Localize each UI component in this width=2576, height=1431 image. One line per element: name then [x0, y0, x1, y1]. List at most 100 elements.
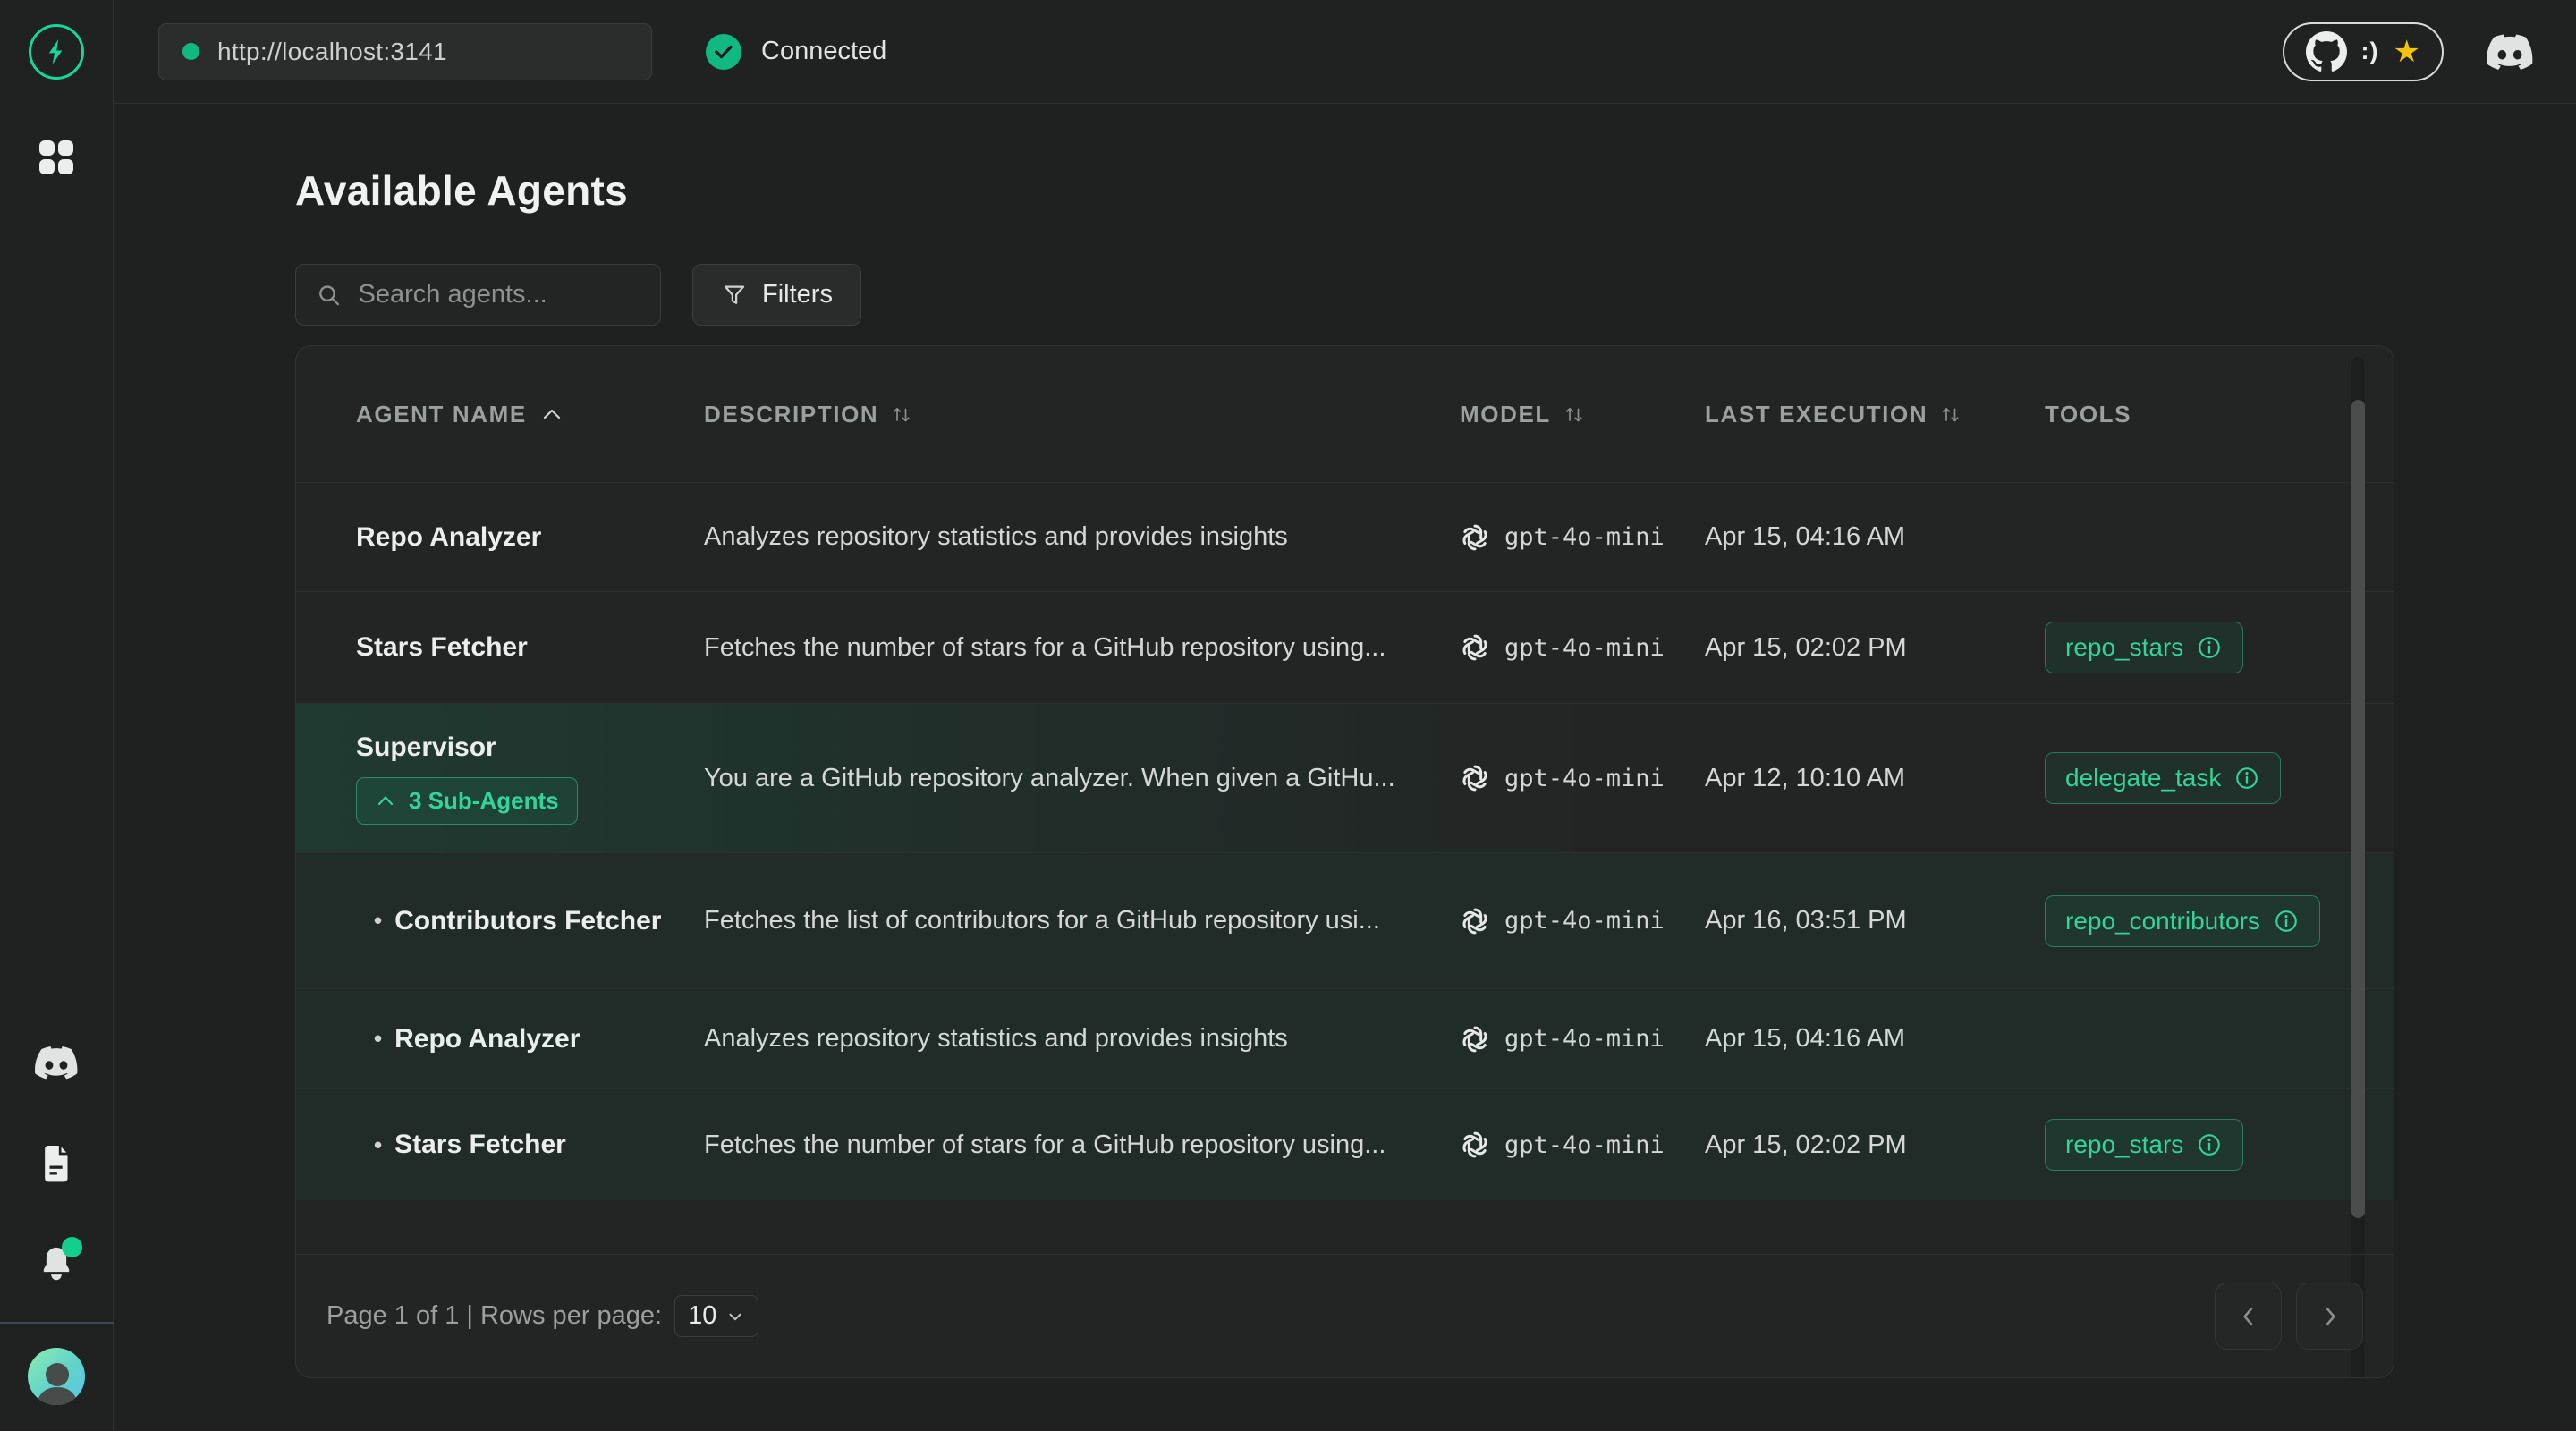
- github-star-button[interactable]: :) ★: [2283, 22, 2444, 81]
- table-row[interactable]: •Stars FetcherFetches the number of star…: [296, 1088, 2394, 1200]
- app-logo[interactable]: [29, 24, 84, 80]
- column-header-last-execution[interactable]: LAST EXECUTION: [1705, 401, 2045, 428]
- sort-updown-icon: [1940, 402, 1962, 427]
- tool-name: repo_contributors: [2065, 907, 2260, 936]
- discord-icon: [35, 1046, 78, 1080]
- agent-name: Supervisor: [356, 732, 496, 763]
- document-icon: [38, 1144, 74, 1183]
- table-row[interactable]: Supervisor 3 Sub-Agents You are a GitHub r…: [296, 703, 2394, 852]
- model-cell: gpt-4o-mini: [1460, 632, 1705, 663]
- sidebar: [0, 0, 114, 1431]
- tools-cell: delegate_task: [2045, 752, 2394, 804]
- rows-per-page-select[interactable]: 10: [674, 1295, 758, 1337]
- search-box[interactable]: [295, 264, 661, 326]
- search-input[interactable]: [359, 280, 640, 309]
- model-name: gpt-4o-mini: [1504, 765, 1665, 792]
- github-smiley-label: :): [2361, 38, 2379, 65]
- agent-name-cell: Stars Fetcher: [356, 632, 704, 663]
- column-header-description[interactable]: DESCRIPTION: [704, 401, 1460, 428]
- server-url: http://localhost:3141: [217, 38, 447, 66]
- sort-updown-icon: [891, 402, 912, 427]
- column-header-tools: TOOLS: [2045, 401, 2394, 428]
- discord-link-icon[interactable]: [2487, 34, 2533, 70]
- last-execution-cell: Apr 16, 03:51 PM: [1705, 906, 2045, 936]
- model-cell: gpt-4o-mini: [1460, 763, 1705, 793]
- table-row[interactable]: Repo Analyzer Analyzes repository statist…: [296, 482, 2394, 591]
- agent-name-cell: •Contributors Fetcher: [356, 906, 704, 936]
- rows-per-page-value: 10: [688, 1301, 716, 1331]
- model-name: gpt-4o-mini: [1504, 1131, 1665, 1159]
- agent-name-cell: Supervisor 3 Sub-Agents: [356, 732, 704, 825]
- tool-name: delegate_task: [2065, 764, 2221, 792]
- model-name: gpt-4o-mini: [1504, 634, 1665, 662]
- model-cell: gpt-4o-mini: [1460, 1024, 1705, 1054]
- connection-dot-icon: [182, 43, 199, 60]
- tools-cell: repo_stars: [2045, 622, 2394, 673]
- sidebar-item-docs[interactable]: [38, 1144, 74, 1183]
- tool-name: repo_stars: [2065, 1130, 2183, 1159]
- scrollbar-thumb[interactable]: [2351, 400, 2365, 1218]
- table-row[interactable]: •Contributors FetcherFetches the list of…: [296, 852, 2394, 988]
- sidebar-item-discord[interactable]: [35, 1046, 78, 1080]
- agent-name: •Stars Fetcher: [356, 1130, 566, 1160]
- last-execution-cell: Apr 15, 02:02 PM: [1705, 633, 2045, 663]
- model-cell: gpt-4o-mini: [1460, 906, 1705, 936]
- next-page-button[interactable]: [2296, 1283, 2363, 1350]
- model-cell: gpt-4o-mini: [1460, 522, 1705, 553]
- sub-bullet-icon: •: [374, 1131, 382, 1159]
- sub-bullet-icon: •: [374, 1025, 382, 1053]
- page-title: Available Agents: [295, 166, 628, 215]
- openai-icon: [1460, 763, 1490, 793]
- info-icon: [2196, 634, 2223, 661]
- tool-badge[interactable]: repo_contributors: [2045, 895, 2320, 947]
- main-content: Available Agents Filters AGENT NAMEDESCR…: [114, 104, 2576, 1431]
- tool-badge[interactable]: repo_stars: [2045, 1119, 2243, 1171]
- agent-name: Stars Fetcher: [356, 632, 528, 663]
- filters-button[interactable]: Filters: [692, 264, 861, 326]
- table-row[interactable]: Stars FetcherFetches the number of stars…: [296, 591, 2394, 703]
- model-name: gpt-4o-mini: [1504, 523, 1665, 551]
- last-execution-cell: Apr 15, 02:02 PM: [1705, 1130, 2045, 1160]
- table-footer: Page 1 of 1 | Rows per page: 10: [296, 1254, 2394, 1377]
- description-cell: Analyzes repository statistics and provi…: [704, 522, 1460, 552]
- column-header-agent-name[interactable]: AGENT NAME: [356, 401, 704, 428]
- openai-icon: [1460, 522, 1490, 553]
- server-url-field[interactable]: http://localhost:3141: [158, 23, 652, 80]
- star-icon: ★: [2394, 37, 2420, 67]
- topbar: http://localhost:3141 Connected :) ★: [114, 0, 2576, 104]
- sidebar-item-notifications[interactable]: [37, 1244, 76, 1285]
- description-cell: Analyzes repository statistics and provi…: [704, 1024, 1460, 1054]
- prev-page-button[interactable]: [2215, 1283, 2282, 1350]
- chevron-right-icon: [2317, 1303, 2343, 1330]
- agent-name: Repo Analyzer: [356, 522, 541, 553]
- pagination-summary: Page 1 of 1 | Rows per page:: [326, 1301, 662, 1331]
- last-execution-cell: Apr 15, 04:16 AM: [1705, 1024, 2045, 1054]
- sort-asc-icon: [539, 405, 564, 423]
- collapse-icon: [375, 792, 396, 809]
- agent-name-cell: •Stars Fetcher: [356, 1130, 704, 1160]
- status-label: Connected: [761, 37, 886, 66]
- model-name: gpt-4o-mini: [1504, 907, 1665, 935]
- tool-badge[interactable]: delegate_task: [2045, 752, 2281, 804]
- tool-badge[interactable]: repo_stars: [2045, 622, 2243, 673]
- model-cell: gpt-4o-mini: [1460, 1130, 1705, 1160]
- description-cell: You are a GitHub repository analyzer. Wh…: [704, 764, 1460, 793]
- sub-agents-toggle[interactable]: 3 Sub-Agents: [356, 777, 578, 825]
- agent-name: •Contributors Fetcher: [356, 906, 661, 936]
- connection-status: Connected: [706, 34, 886, 70]
- table-header: AGENT NAMEDESCRIPTIONMODELLAST EXECUTION…: [296, 346, 2394, 482]
- openai-icon: [1460, 1024, 1490, 1054]
- chevron-down-icon: [725, 1307, 745, 1326]
- sidebar-item-dashboard[interactable]: [36, 137, 77, 178]
- check-icon: [706, 34, 741, 70]
- column-header-model[interactable]: MODEL: [1460, 401, 1705, 428]
- info-icon: [2273, 908, 2300, 935]
- avatar-image: [28, 1348, 85, 1405]
- openai-icon: [1460, 906, 1490, 936]
- table-row[interactable]: •Repo AnalyzerAnalyzes repository statis…: [296, 988, 2394, 1088]
- agent-name-cell: Repo Analyzer: [356, 522, 704, 553]
- tool-name: repo_stars: [2065, 633, 2183, 662]
- chevron-left-icon: [2235, 1303, 2262, 1330]
- user-avatar[interactable]: [28, 1348, 85, 1405]
- github-icon: [2306, 31, 2347, 72]
